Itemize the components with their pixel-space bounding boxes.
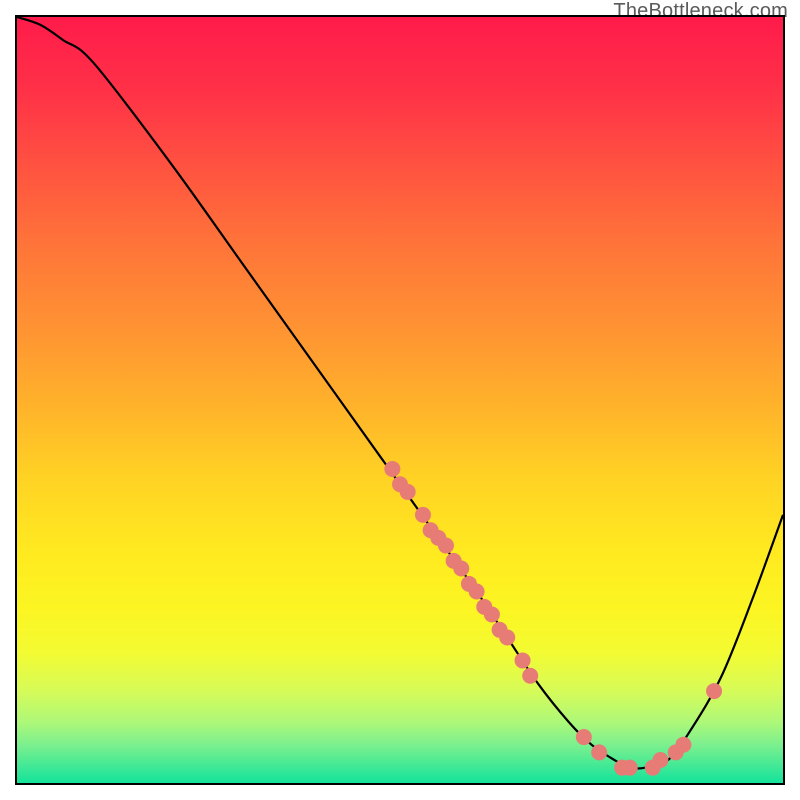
data-point: [499, 629, 515, 645]
chart-container: TheBottleneck.com: [0, 0, 800, 800]
chart-svg: [17, 17, 783, 783]
data-point: [515, 652, 531, 668]
plot-area: [15, 15, 785, 785]
data-point: [652, 752, 668, 768]
data-point: [400, 484, 416, 500]
data-point: [622, 760, 638, 776]
data-point: [438, 538, 454, 554]
data-point: [522, 668, 538, 684]
data-point: [484, 606, 500, 622]
data-point: [591, 744, 607, 760]
data-point: [576, 729, 592, 745]
data-point: [469, 584, 485, 600]
gradient-background: [17, 17, 783, 783]
data-point: [706, 683, 722, 699]
data-point: [675, 737, 691, 753]
data-point: [453, 561, 469, 577]
data-point: [384, 461, 400, 477]
data-point: [415, 507, 431, 523]
